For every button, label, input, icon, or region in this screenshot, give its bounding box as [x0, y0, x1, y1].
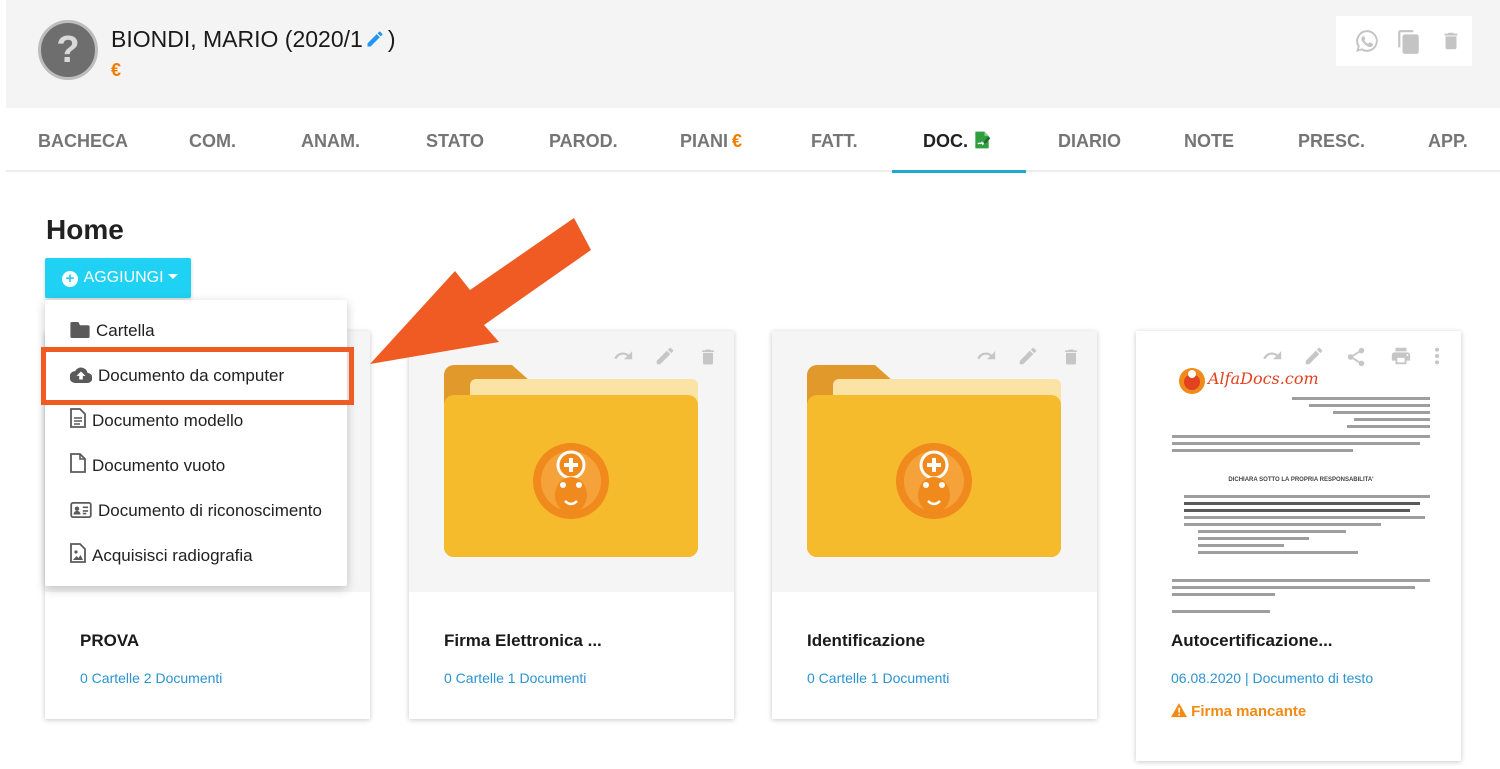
- warning-icon: [1171, 703, 1187, 718]
- patient-name-close: ): [387, 26, 396, 52]
- card-subtitle[interactable]: 0 Cartelle 1 Documenti: [807, 670, 949, 686]
- active-tab-indicator: [892, 170, 1026, 173]
- folder-card[interactable]: Identificazione 0 Cartelle 1 Documenti: [772, 331, 1097, 719]
- id-card-icon: [70, 502, 92, 518]
- more-options-icon[interactable]: [1433, 345, 1441, 372]
- document-intro-lines: [1172, 435, 1430, 456]
- folder-preview: [772, 331, 1097, 592]
- folder-icon: [70, 322, 90, 338]
- folder-icon: [807, 365, 1061, 557]
- menu-item-acquisisci-radiografia[interactable]: Acquisisci radiografia: [45, 533, 347, 578]
- edit-patient-icon[interactable]: [365, 28, 385, 55]
- tab-note[interactable]: NOTE: [1184, 108, 1234, 172]
- tab-com[interactable]: COM.: [189, 108, 236, 172]
- card-title: PROVA: [80, 631, 140, 650]
- tab-app[interactable]: APP.: [1428, 108, 1468, 172]
- tab-fatt[interactable]: FATT.: [811, 108, 858, 172]
- tab-stato[interactable]: STATO: [426, 108, 484, 172]
- document-address-block: [1292, 397, 1430, 432]
- card-toolbar: [1241, 331, 1461, 381]
- unknown-avatar-icon: ?: [56, 29, 80, 71]
- copy-icon[interactable]: [1396, 28, 1422, 61]
- add-circle-icon: +: [62, 271, 78, 287]
- move-icon[interactable]: [973, 345, 999, 372]
- warning-text: Firma mancante: [1191, 703, 1307, 720]
- card-toolbar: [598, 331, 734, 381]
- edit-icon[interactable]: [1017, 345, 1039, 372]
- add-button-label: AGGIUNGI: [83, 269, 164, 286]
- move-icon[interactable]: [610, 345, 636, 372]
- share-icon[interactable]: [1345, 345, 1367, 374]
- tab-presc[interactable]: PRESC.: [1298, 108, 1365, 172]
- document-card[interactable]: AlfaDocs.com DICHIARA SOTTO LA PROPRIA R…: [1136, 331, 1461, 761]
- menu-item-label: Acquisisci radiografia: [92, 546, 253, 565]
- annotation-highlight-box: [41, 347, 354, 405]
- delete-icon[interactable]: [1061, 345, 1081, 374]
- patient-avatar[interactable]: ?: [38, 20, 98, 80]
- card-toolbar: [961, 331, 1097, 381]
- delete-patient-icon[interactable]: [1440, 28, 1462, 59]
- whatsapp-icon[interactable]: [1354, 28, 1380, 59]
- patient-name: BIONDI, MARIO (2020/1): [111, 26, 395, 55]
- card-subtitle[interactable]: 06.08.2020 | Documento di testo: [1171, 670, 1373, 686]
- print-icon[interactable]: [1389, 345, 1413, 372]
- breadcrumb-home[interactable]: Home: [46, 214, 124, 246]
- card-title: Firma Elettronica ...: [444, 631, 602, 650]
- folder-preview: [409, 331, 734, 592]
- tab-piani-label: PIANI: [680, 131, 729, 151]
- document-body-lines: [1184, 495, 1430, 558]
- tab-bar: BACHECA COM. ANAM. STATO PAROD. PIANI € F…: [6, 108, 1500, 173]
- delete-icon[interactable]: [698, 345, 718, 374]
- menu-item-label: Documento vuoto: [92, 456, 226, 475]
- document-heading: DICHIARA SOTTO LA PROPRIA RESPONSABILITA…: [1228, 477, 1374, 483]
- document-template-icon: [70, 408, 86, 428]
- signature-missing-warning: Firma mancante: [1171, 703, 1306, 720]
- menu-item-label: Documento modello: [92, 411, 244, 430]
- signed-document-icon: [972, 111, 992, 177]
- move-icon[interactable]: [1259, 345, 1285, 372]
- menu-item-label: Cartella: [96, 321, 155, 340]
- folder-card[interactable]: Firma Elettronica ... 0 Cartelle 1 Docum…: [409, 331, 734, 719]
- folder-icon: [444, 365, 698, 557]
- card-title: Identificazione: [807, 631, 926, 650]
- tab-bacheca[interactable]: BACHECA: [38, 108, 128, 172]
- euro-icon: €: [732, 131, 743, 151]
- card-subtitle[interactable]: 0 Cartelle 1 Documenti: [444, 670, 586, 686]
- caret-down-icon: [167, 274, 178, 279]
- tab-diario[interactable]: DIARIO: [1058, 108, 1121, 172]
- billing-euro-icon[interactable]: €: [111, 60, 121, 81]
- patient-header: ? BIONDI, MARIO (2020/1) €: [6, 0, 1500, 108]
- edit-icon[interactable]: [654, 345, 676, 372]
- document-preview: AlfaDocs.com DICHIARA SOTTO LA PROPRIA R…: [1136, 331, 1461, 613]
- card-title: Autocertificazione...: [1171, 631, 1333, 650]
- add-dropdown-menu: Cartella Documento da computer Documento…: [45, 300, 347, 586]
- menu-item-label: Documento di riconoscimento: [98, 501, 322, 520]
- add-button[interactable]: + AGGIUNGI: [45, 258, 191, 298]
- menu-item-documento-di-riconoscimento[interactable]: Documento di riconoscimento: [45, 488, 347, 533]
- lion-logo-icon: [1179, 368, 1205, 394]
- document-closing-lines: [1172, 579, 1430, 617]
- menu-item-documento-vuoto[interactable]: Documento vuoto: [45, 443, 347, 488]
- tab-parod[interactable]: PAROD.: [549, 108, 618, 172]
- tab-doc-label: DOC.: [923, 131, 968, 151]
- blank-document-icon: [70, 453, 86, 473]
- tab-doc[interactable]: DOC.: [923, 108, 992, 172]
- patient-name-text: BIONDI, MARIO (2020/1: [111, 26, 363, 52]
- xray-image-icon: [70, 543, 86, 563]
- card-subtitle[interactable]: 0 Cartelle 2 Documenti: [80, 670, 222, 686]
- tab-piani[interactable]: PIANI €: [680, 108, 742, 172]
- tab-anam[interactable]: ANAM.: [301, 108, 360, 172]
- edit-icon[interactable]: [1303, 345, 1325, 372]
- header-actions: [1336, 16, 1472, 66]
